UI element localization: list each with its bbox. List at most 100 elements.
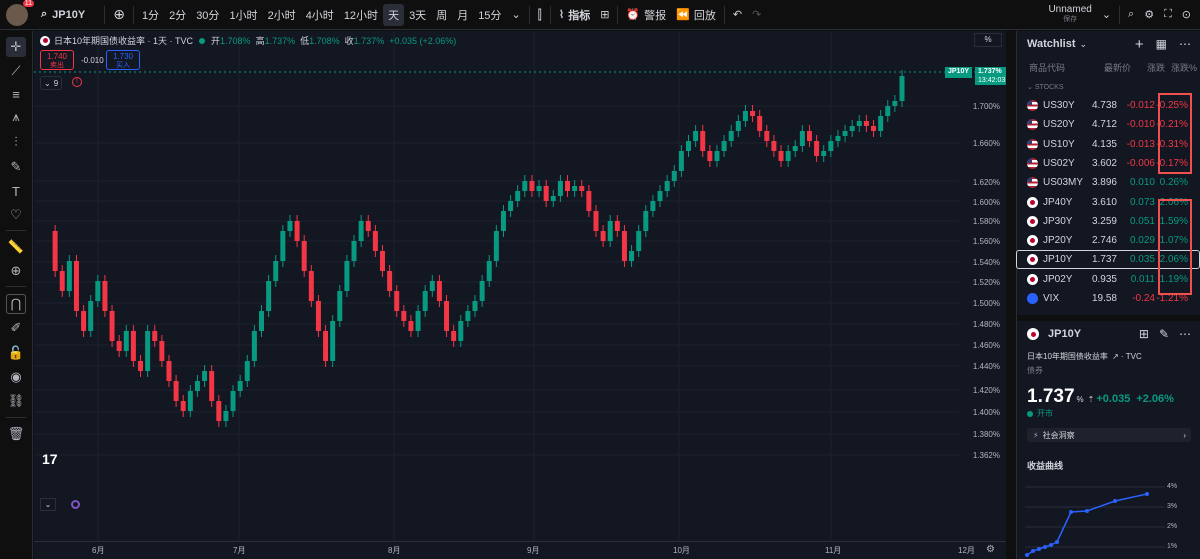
buy-button[interactable]: 1.730 买入 [106,50,140,70]
redo-button[interactable]: ↷ [747,0,766,30]
zoom-tool[interactable]: ⊕ [7,262,25,280]
details-price: 1.737 [1027,386,1075,407]
interval-15m[interactable]: 15分 [473,0,506,30]
watchlist-row[interactable]: US03MY 3.896 0.010 0.26% [1017,173,1200,192]
row-last: 4.738 [1091,100,1117,111]
ideas-button[interactable]: ⚡ 社会洞察 › [1027,428,1191,442]
interval-1d[interactable]: 天 [383,3,405,26]
pattern-tool[interactable]: ⩚ [7,108,25,126]
candle [394,291,400,311]
interval-30m[interactable]: 30分 [191,0,224,30]
text-tool[interactable]: T [7,182,25,200]
quick-search-button[interactable]: ⌕ [1123,0,1139,30]
projection-tool[interactable]: ⫶ [7,133,25,151]
x-axis[interactable]: 6月 7月 8月 9月 10月 11月 12月 ⚙ [34,541,1006,559]
candle [785,151,791,161]
interval-12h[interactable]: 12小时 [339,0,383,30]
eye-icon: ◉ [10,369,22,384]
y-axis[interactable]: 1.700% 1.660% 1.620% 1.600% 1.580% 1.560… [959,31,1006,541]
layout-dropdown[interactable]: ⌄ [1097,0,1116,30]
candle [294,221,300,241]
candle [138,361,144,371]
compare-button[interactable]: ⊕ [108,0,130,30]
interval-2m[interactable]: 2分 [164,0,191,30]
more-icon[interactable]: ⋯ [1179,327,1191,341]
replay-button[interactable]: ⏪ 回放 [671,0,721,30]
open-value: 1.708% [220,35,251,46]
details-symbol[interactable]: JP10Y [1048,328,1081,340]
lock-tool[interactable]: 🔓 [7,344,25,362]
avatar[interactable]: 11 [6,0,34,26]
templates-button[interactable]: ⊞ [595,0,614,30]
scroll-dropdown[interactable]: ⌄ [40,498,56,511]
interval-dropdown[interactable]: ⌄ [506,0,525,30]
indicators-button[interactable]: ⌇ 指标 [554,0,595,30]
axis-settings-button[interactable]: ⚙ [986,544,995,555]
interval-3d[interactable]: 3天 [404,0,431,30]
layout-button[interactable]: Unnamed 保存 [1043,0,1096,30]
brush-tool[interactable]: ✎ [7,158,25,176]
candle [408,321,414,331]
watchlist-section[interactable]: ⌄ STOCKS [1027,83,1063,91]
row-chg: 0.035 [1129,254,1155,266]
interval-1h[interactable]: 1小时 [224,0,262,30]
more-icon[interactable]: ⋯ [1179,37,1191,51]
add-symbol-button[interactable]: + [1135,36,1144,53]
indicators-toggle[interactable]: ⌄ 9 [40,76,63,90]
legend-title[interactable]: 日本10年期国债收益率 · 1天 · TVC [54,34,193,47]
measure-tool[interactable]: 📏 [7,238,25,256]
curve-point [1055,540,1059,544]
candlestick-chart[interactable] [34,31,1006,559]
advanced-view-icon[interactable]: ▦ [1156,37,1167,51]
fullscreen-button[interactable]: ⛶ [1159,0,1177,30]
row-chg: 0.011 [1130,273,1155,285]
screenshot-button[interactable]: ⊙ [1177,0,1196,30]
alert-button[interactable]: ⏰ 警报 [621,0,671,30]
interval-4h[interactable]: 4小时 [301,0,339,30]
settings-button[interactable]: ⚙ [1139,0,1159,30]
y-tick: 1.380% [972,430,1000,439]
trendline-tool[interactable]: ⟋ [7,62,25,80]
curve-point [1037,547,1041,551]
interval-1w[interactable]: 周 [431,0,452,30]
col-last[interactable]: 最新价 [1087,61,1131,74]
compare-circle-icon[interactable] [71,500,80,509]
remove-tool[interactable]: 🗑 [7,425,25,443]
curve-point [1085,509,1089,513]
candle [344,261,350,291]
chart-type-button[interactable]: ⫿ [533,0,547,30]
warning-icon[interactable]: ! [72,77,82,87]
interval-1mo[interactable]: 月 [452,0,473,30]
candle [187,391,193,411]
curve-tick: 1% [1167,543,1178,550]
crosshair-tool[interactable]: ✛ [6,37,26,57]
hide-tool[interactable]: ◉ [7,368,25,386]
symbol-search[interactable]: ⌕ JP10Y [36,0,90,30]
tradingview-logo[interactable]: 17 [42,451,58,467]
candle [159,341,165,361]
pencil-lock-icon: ✐ [10,320,22,335]
candle [572,186,578,191]
chart-pane[interactable]: 日本10年期国债收益率 · 1天 · TVC 开 1.708% 高 1.737% 低… [34,31,1009,559]
candle [444,301,450,331]
col-symbol[interactable]: 商品代码 [1029,61,1087,74]
magnet-tool[interactable]: ⋂ [6,294,26,314]
link-tool[interactable]: ⛓ [7,392,25,410]
candle [636,231,642,251]
chevron-down-icon[interactable]: ⌄ [1080,39,1088,50]
sell-button[interactable]: 1.740 卖出 [40,50,74,70]
interval-2h[interactable]: 2小时 [263,0,301,30]
watchlist-title[interactable]: Watchlist [1027,38,1076,50]
undo-button[interactable]: ↶ [728,0,747,30]
candle [166,361,172,381]
col-chg[interactable]: 涨跌 [1131,61,1165,74]
external-link-icon[interactable]: ↗ [1112,352,1119,361]
interval-1m[interactable]: 1分 [137,0,164,30]
grid-icon[interactable]: ⊞ [1139,327,1149,341]
row-symbol: US30Y [1043,100,1075,111]
edit-icon[interactable]: ✎ [1159,327,1169,341]
icon-tool[interactable]: ♡ [7,206,25,224]
col-chgp[interactable]: 涨跌% [1165,61,1197,74]
fib-tool[interactable]: ≡ [7,85,25,103]
stay-drawing-tool[interactable]: ✐ [7,319,25,337]
